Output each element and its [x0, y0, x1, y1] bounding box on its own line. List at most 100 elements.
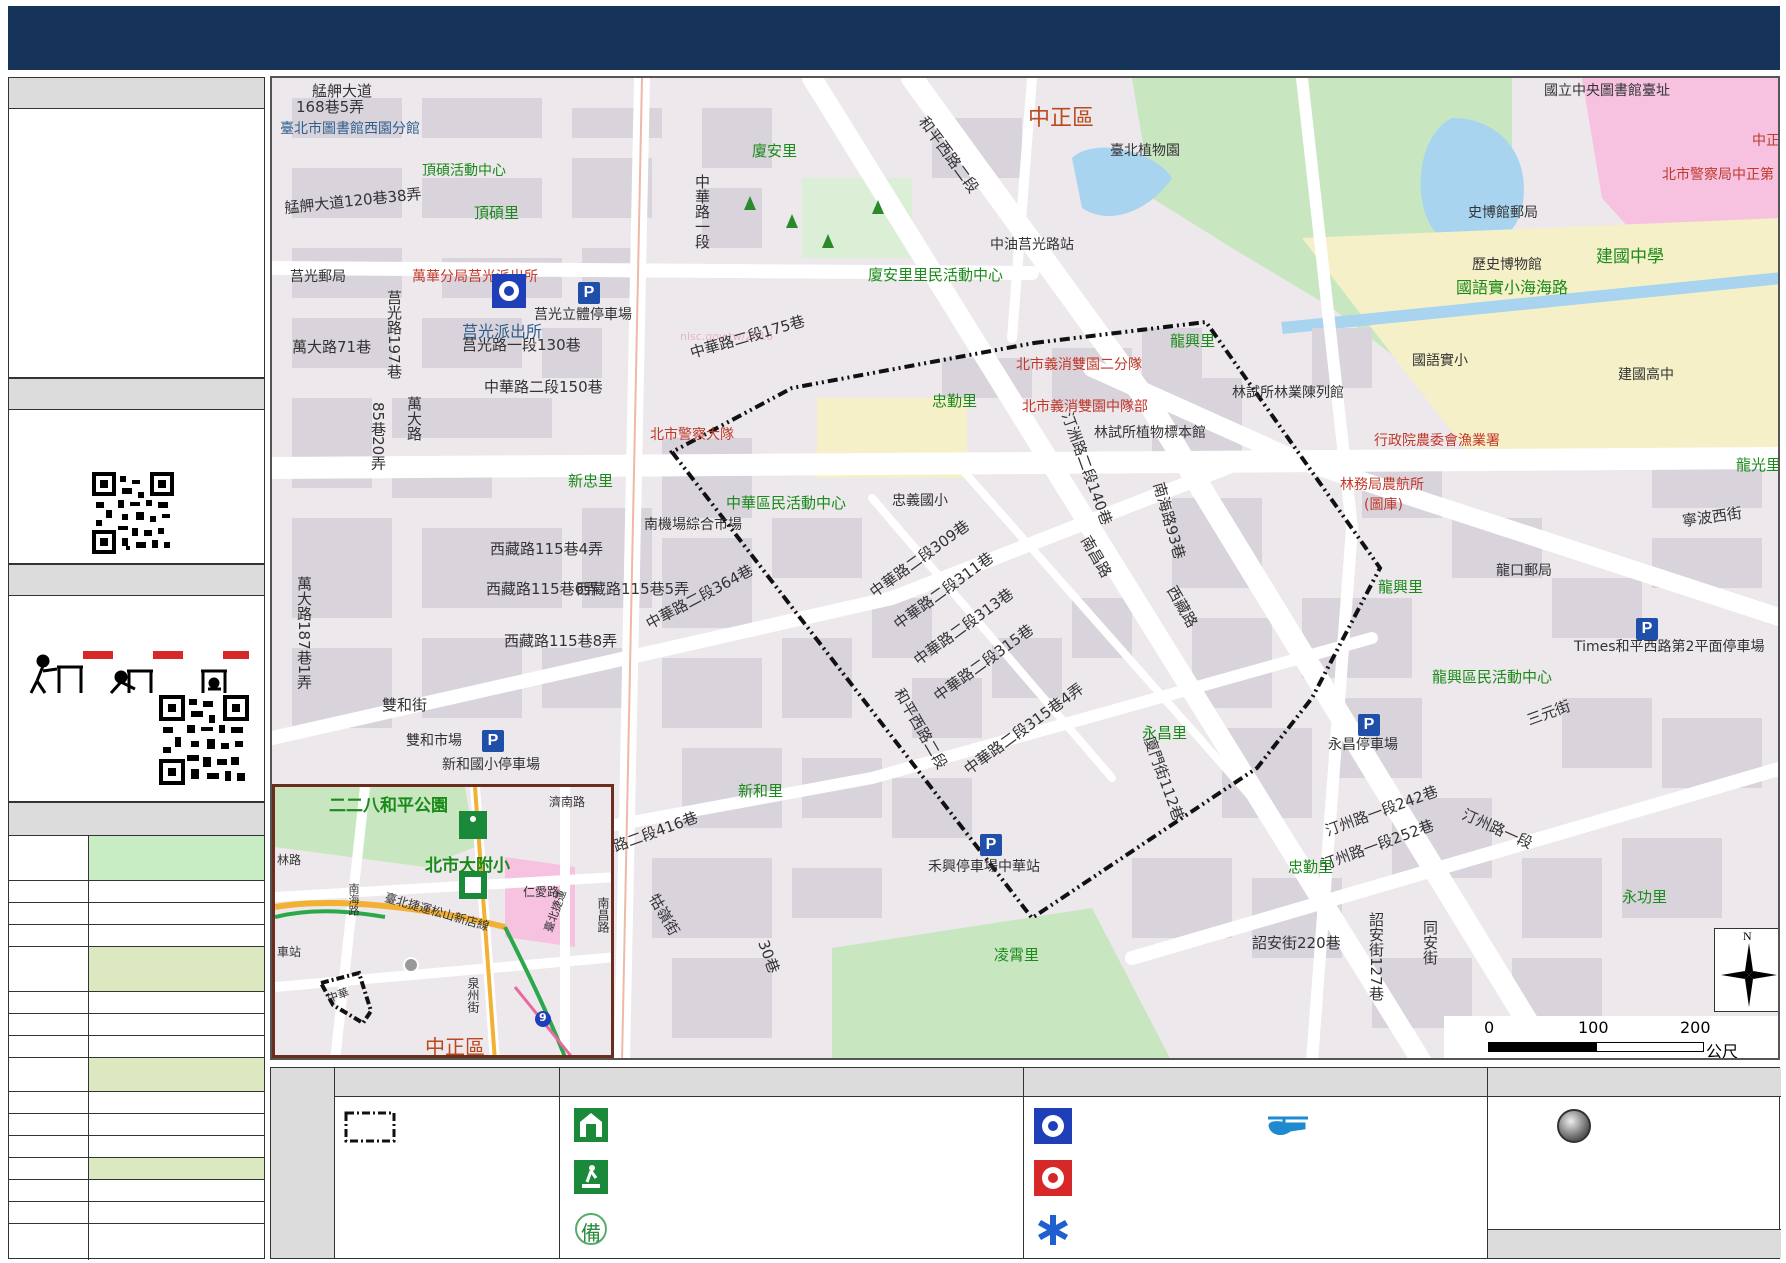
place-label: 雙和市場	[406, 733, 462, 749]
earthquake-qr-code[interactable]	[159, 695, 249, 785]
inset-station-label: 車站	[277, 945, 302, 959]
place-label: 永昌停車場	[1328, 737, 1398, 753]
contact-row	[9, 1035, 264, 1057]
place-label: 廈安里里民活動中心	[868, 266, 1004, 284]
parking-icon[interactable]: P	[980, 834, 1002, 856]
road-label: 西藏路115巷5弄	[576, 580, 690, 598]
north-arrow: N	[1714, 928, 1778, 1012]
road-label: 中華路二段150巷	[484, 378, 603, 396]
place-label: 林試所植物標本館	[1094, 425, 1206, 441]
village-label: 龍光里	[1736, 456, 1780, 474]
contact-row	[9, 1013, 264, 1035]
road-label: 萬大路71巷	[292, 338, 372, 356]
road-label: 雙和街	[382, 696, 428, 714]
contact-row	[9, 835, 264, 880]
place-label: 國立中央圖書館臺址	[1544, 83, 1670, 99]
place-label: 莒光郵局	[290, 269, 346, 285]
place-label: 國語實小	[1412, 353, 1468, 369]
inset-street-label: 泉州街	[466, 977, 480, 1013]
contact-row	[9, 880, 264, 902]
village-label: 新忠里	[568, 472, 614, 490]
police-icon	[1034, 1108, 1072, 1144]
place-label: 中油莒光路站	[990, 237, 1074, 253]
legend-col-agency	[1024, 1068, 1488, 1258]
village-label: 永功里	[1622, 888, 1668, 906]
place-label: 北市警察局中正第	[1662, 167, 1774, 183]
gray-circle-icon	[1557, 1109, 1591, 1143]
road-label: 詔安街220巷	[1252, 934, 1341, 952]
legend-footer	[1488, 1229, 1781, 1258]
road-label: 莒光路一段130巷	[462, 336, 581, 354]
road-label: 詔安街127巷	[1367, 912, 1385, 1001]
parking-icon[interactable]: P	[1358, 714, 1380, 736]
place-label: 建國高中	[1618, 367, 1674, 383]
place-label: 南機場綜合市場	[644, 517, 742, 533]
contact-row	[9, 946, 264, 991]
scale-tick: 200	[1680, 1018, 1711, 1037]
scale-bar: 0 100 200 公尺	[1444, 1016, 1778, 1060]
place-label: 史博館郵局	[1468, 205, 1538, 221]
legend-col-area	[335, 1068, 560, 1258]
place-label: 北市義消雙園二分隊	[1016, 357, 1142, 373]
place-label: 忠義國小	[892, 493, 948, 509]
dashed-boundary-icon	[344, 1111, 396, 1143]
earthquake-panel	[8, 564, 265, 802]
qr-code[interactable]	[92, 472, 174, 554]
inset-map[interactable]: 二二八和平公園 北市大附小 中正區 臺北捷運松山新店線 泉州街 仁愛路 濟南路 …	[272, 784, 614, 1058]
place-label: 臺北市圖書館西園分館	[280, 121, 420, 137]
qr-panel	[8, 378, 265, 564]
contact-row	[9, 1113, 264, 1135]
legend-col-other	[1488, 1068, 1781, 1258]
road-label: 莒光路197巷	[385, 290, 403, 379]
place-label: (圖庫)	[1364, 497, 1403, 513]
place-label: 建國中學	[1596, 247, 1664, 267]
contact-row	[9, 924, 264, 946]
parking-icon[interactable]: P	[578, 282, 600, 304]
info-panel	[8, 77, 265, 378]
road-label: 中華路一段	[693, 174, 711, 249]
inset-district-label: 中正區	[425, 1035, 485, 1058]
north-arrow-icon	[1512, 868, 1582, 964]
road-label: 西藏路115巷8弄	[504, 632, 618, 650]
legend-side-header	[271, 1068, 335, 1258]
info-panel-header	[9, 78, 264, 109]
village-label: 龍興里	[1378, 578, 1424, 596]
village-label: 忠勤里	[932, 392, 978, 410]
earthquake-panel-header	[9, 565, 264, 596]
contact-row	[9, 1091, 264, 1113]
scale-tick: 100	[1578, 1018, 1609, 1037]
contact-row	[9, 1223, 264, 1260]
contact-row	[9, 1057, 264, 1091]
village-label: 凌霄里	[994, 946, 1040, 964]
parking-icon[interactable]: P	[482, 730, 504, 752]
village-label: 頂碩里	[474, 204, 520, 222]
place-label: 新和國小停車場	[442, 757, 540, 773]
contact-row	[9, 902, 264, 924]
contact-row	[9, 1179, 264, 1201]
road-label: 同安街	[1421, 920, 1439, 965]
police-icon[interactable]	[492, 274, 526, 308]
helicopter-icon	[1268, 1116, 1308, 1135]
place-label: 禾興停車場中華站	[928, 859, 1040, 875]
village-label: 新和里	[738, 782, 784, 800]
scale-unit: 公尺	[1706, 1042, 1739, 1060]
place-label: 國語實小海海路	[1456, 278, 1569, 297]
place-label: 北市警察大隊	[650, 427, 734, 443]
place-label: 中正	[1752, 133, 1780, 149]
road-label: 85巷20弄	[369, 402, 387, 471]
place-label: 頂碩活動中心	[422, 163, 506, 179]
parking-icon[interactable]: P	[1636, 618, 1658, 640]
inset-road-label: 南海路	[347, 883, 360, 916]
evacuation-shelter-icon	[574, 1108, 608, 1142]
medical-icon	[1038, 1215, 1068, 1245]
inset-park-label: 二二八和平公園	[329, 796, 448, 816]
backup-glyph: 備	[581, 1221, 601, 1245]
scale-tick: 0	[1484, 1018, 1495, 1037]
district-label: 中正區	[1028, 106, 1095, 131]
village-label: 龍興里	[1170, 332, 1216, 350]
title-bar	[8, 6, 1780, 70]
road-label: 萬大路187巷1弄	[295, 576, 313, 690]
contact-row	[9, 1135, 264, 1157]
contact-row	[9, 1201, 264, 1223]
road-label: 西藏路115巷4弄	[490, 540, 604, 558]
